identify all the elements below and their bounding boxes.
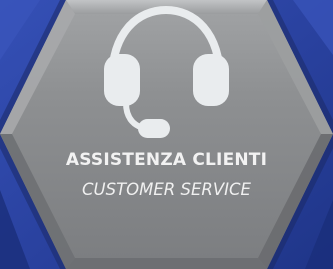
- background-scene: [0, 0, 333, 269]
- panel-title: ASSISTENZA CLIENTI: [65, 150, 268, 170]
- panel-subtitle: CUSTOMER SERVICE: [82, 180, 251, 199]
- left-earcup: [104, 54, 140, 106]
- hex-bottom-bevel: [66, 258, 267, 269]
- right-earcup: [193, 54, 229, 106]
- microphone-capsule: [138, 119, 170, 138]
